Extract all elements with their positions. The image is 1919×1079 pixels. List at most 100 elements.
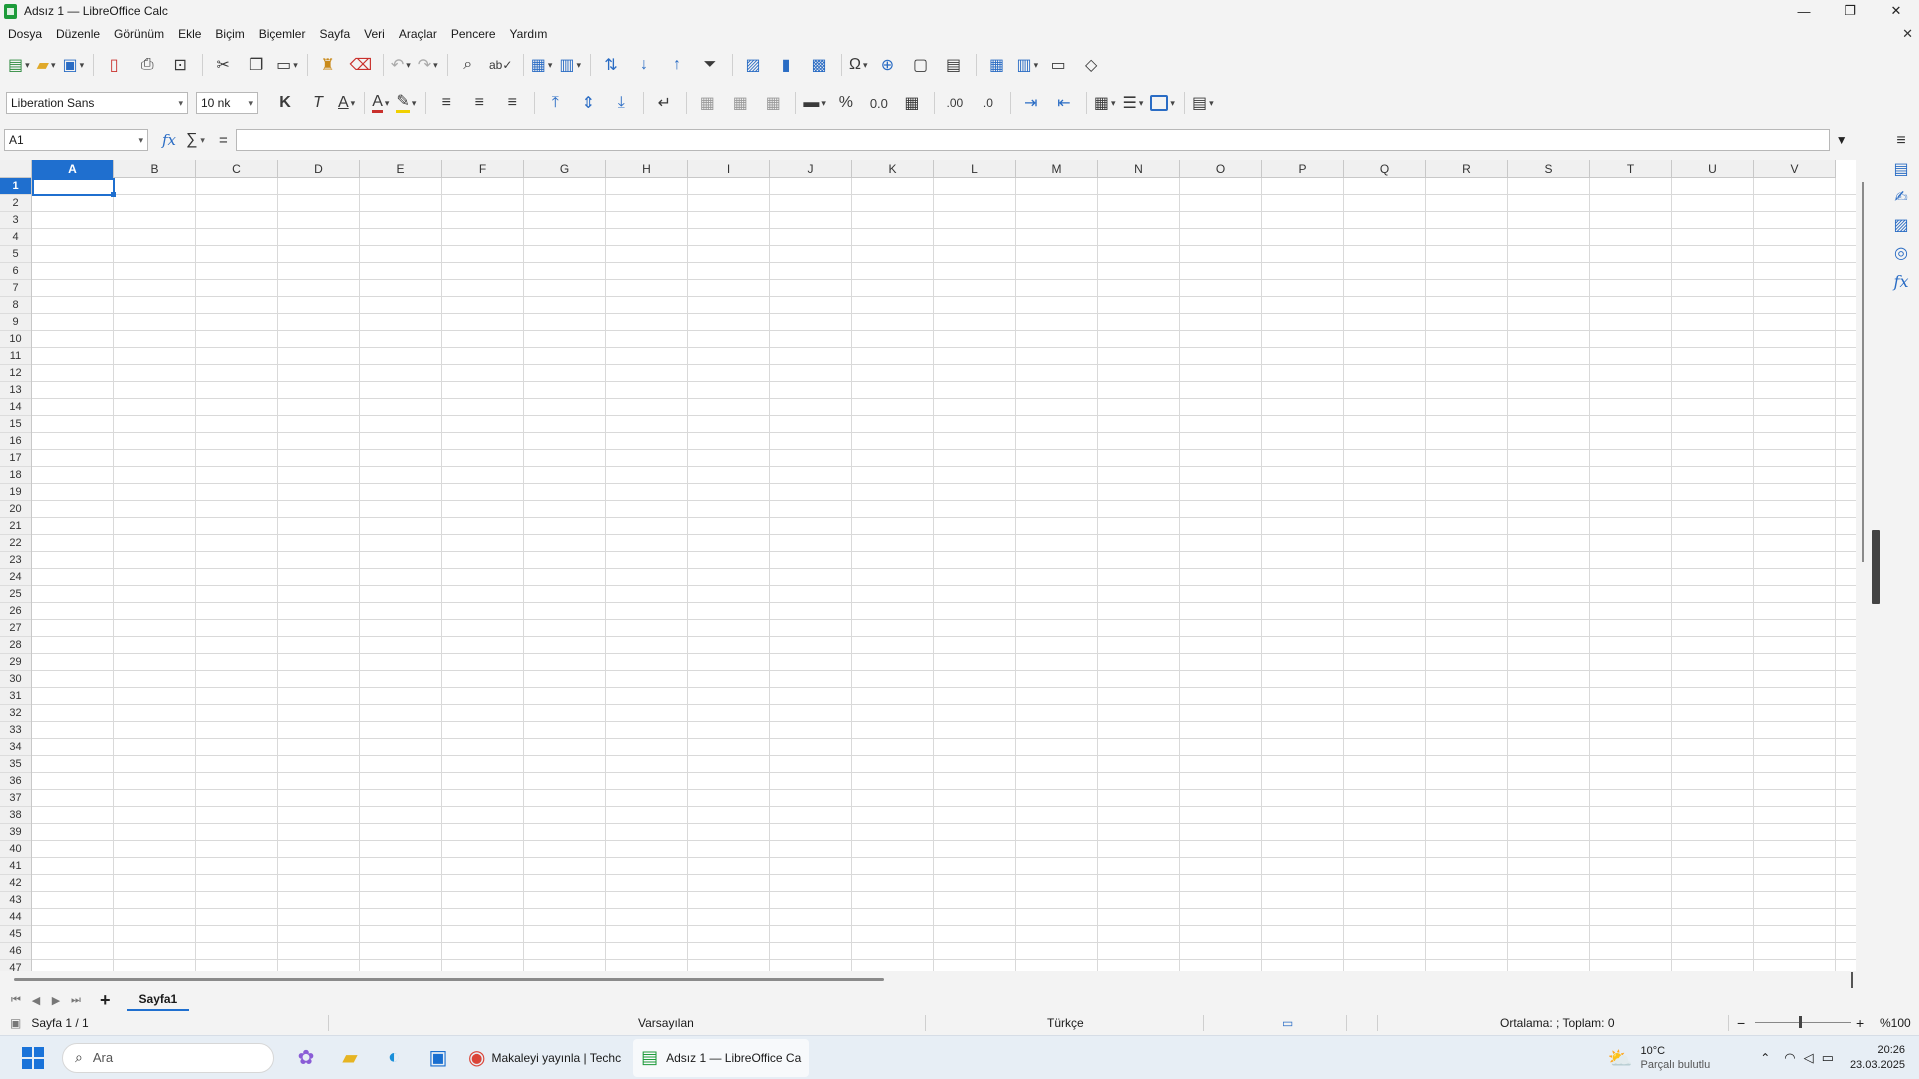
sort-button[interactable]: ⇅ — [598, 52, 624, 78]
border-color-button[interactable]: ▾ — [1150, 90, 1175, 116]
column-header[interactable]: I — [688, 160, 770, 178]
column-header[interactable]: C — [196, 160, 278, 178]
merge-center-button[interactable]: ▦ — [694, 90, 720, 116]
conditional-format-button[interactable]: ▤ ▾ — [1192, 90, 1214, 116]
column-header[interactable]: G — [524, 160, 606, 178]
row-header[interactable]: 31 — [0, 688, 31, 705]
percent-format-button[interactable]: % — [833, 90, 859, 116]
insert-image-button[interactable]: ▨ — [740, 52, 766, 78]
row-header[interactable]: 1 — [0, 178, 31, 195]
menu-gorunum[interactable]: Görünüm — [114, 27, 164, 41]
column-header[interactable]: Q — [1344, 160, 1426, 178]
column-header[interactable]: N — [1098, 160, 1180, 178]
row-header[interactable]: 2 — [0, 195, 31, 212]
undo-button[interactable]: ↶ ▾ — [391, 52, 411, 78]
volume-icon[interactable]: ◁ — [1804, 1050, 1814, 1066]
column-header[interactable]: D — [278, 160, 360, 178]
find-replace-button[interactable]: ⌕ — [455, 52, 481, 78]
column-header[interactable]: E — [360, 160, 442, 178]
spelling-button[interactable]: ab✓ — [488, 52, 514, 78]
underline-button[interactable]: A ▾ — [338, 90, 355, 116]
row-header[interactable]: 38 — [0, 807, 31, 824]
align-top-button[interactable]: ⤒ — [542, 90, 568, 116]
page-style[interactable]: Varsayılan — [638, 1016, 694, 1030]
font-size-box[interactable]: 10 nk ▾ — [196, 92, 258, 114]
add-sheet-button[interactable]: + — [100, 990, 111, 1011]
row-header[interactable]: 24 — [0, 569, 31, 586]
function-wizard-button[interactable]: fx — [162, 131, 176, 149]
first-sheet-icon[interactable]: ⏮ — [6, 994, 26, 1007]
highlight-color-button[interactable]: ✎ ▾ — [396, 90, 416, 116]
insert-comment-button[interactable]: ▢ — [908, 52, 934, 78]
align-middle-button[interactable]: ⇕ — [575, 90, 601, 116]
file-explorer-icon[interactable]: ▰ — [332, 1040, 368, 1076]
row-header[interactable]: 11 — [0, 348, 31, 365]
menu-dosya[interactable]: Dosya — [8, 27, 42, 41]
column-header[interactable]: U — [1672, 160, 1754, 178]
special-character-button[interactable]: Ω ▾ — [849, 52, 868, 78]
row-header[interactable]: 14 — [0, 399, 31, 416]
sidebar-menu-icon[interactable]: ≡ — [1890, 130, 1912, 152]
previous-sheet-icon[interactable]: ◀ — [26, 994, 46, 1007]
new-document-button[interactable]: ▤ ▾ — [8, 52, 30, 78]
taskbar-calc-window[interactable]: ▤ Adsız 1 — LibreOffice Ca — [633, 1038, 810, 1077]
print-button[interactable]: ⎙ — [134, 52, 160, 78]
currency-format-button[interactable]: ▬ ▾ — [803, 90, 826, 116]
sheet-tab-sayfa1[interactable]: Sayfa1 — [126, 989, 190, 1011]
save-button[interactable]: ▣ ▾ — [63, 52, 85, 78]
formula-button[interactable]: = — [219, 132, 228, 149]
row-header[interactable]: 22 — [0, 535, 31, 552]
row-header[interactable]: 40 — [0, 841, 31, 858]
sheet-position[interactable]: Sayfa 1 / 1 — [31, 1016, 88, 1030]
wrap-text-button[interactable]: ↵ — [651, 90, 677, 116]
language-status[interactable]: Türkçe — [1047, 1016, 1084, 1030]
menu-araclar[interactable]: Araçlar — [399, 27, 437, 41]
column-header[interactable]: J — [770, 160, 852, 178]
scrollbar-splitter[interactable] — [1851, 972, 1853, 988]
show-draw-functions-button[interactable]: ◇ — [1078, 52, 1104, 78]
zoom-level[interactable]: %100 — [1880, 1016, 1911, 1030]
row-header[interactable]: 9 — [0, 314, 31, 331]
row-header[interactable]: 29 — [0, 654, 31, 671]
functions-icon[interactable]: fx — [1890, 270, 1912, 292]
open-button[interactable]: ▰ ▾ — [37, 52, 56, 78]
freeze-rows-columns-button[interactable]: ▥ ▾ — [1017, 52, 1039, 78]
row-header[interactable]: 21 — [0, 518, 31, 535]
horizontal-scrollbar-thumb[interactable] — [14, 978, 884, 981]
row-header[interactable]: 15 — [0, 416, 31, 433]
date-format-button[interactable]: ▦ — [899, 90, 925, 116]
row-header[interactable]: 10 — [0, 331, 31, 348]
align-right-button[interactable]: ≡ — [499, 90, 525, 116]
row-header[interactable]: 39 — [0, 824, 31, 841]
name-box[interactable]: A1 ▾ — [4, 129, 148, 151]
menu-yardim[interactable]: Yardım — [510, 27, 548, 41]
row-header[interactable]: 47 — [0, 960, 31, 971]
row-header[interactable]: 36 — [0, 773, 31, 790]
cut-button[interactable]: ✂ — [210, 52, 236, 78]
clone-formatting-button[interactable]: ♜ — [315, 52, 341, 78]
copy-button[interactable]: ❐ — [243, 52, 269, 78]
store-icon[interactable]: ▣ — [420, 1040, 456, 1076]
properties-icon[interactable]: ▤ — [1890, 158, 1912, 180]
menu-sayfa[interactable]: Sayfa — [319, 27, 350, 41]
border-style-button[interactable]: ☰ ▾ — [1123, 90, 1144, 116]
column-header[interactable]: H — [606, 160, 688, 178]
menu-bicim[interactable]: Biçim — [215, 27, 244, 41]
row-header[interactable]: 37 — [0, 790, 31, 807]
taskbar-clock[interactable]: 20:26 23.03.2025 — [1850, 1043, 1905, 1073]
row-button[interactable]: ▦ ▾ — [531, 52, 553, 78]
weather-widget[interactable]: ⛅ 10°C Parçalı bulutlu — [1608, 1044, 1711, 1072]
selection-mode-icon[interactable]: ▭ — [1282, 1016, 1293, 1030]
export-pdf-button[interactable]: ▯ — [101, 52, 127, 78]
redo-button[interactable]: ↷ ▾ — [418, 52, 438, 78]
column-header[interactable]: S — [1508, 160, 1590, 178]
row-header[interactable]: 3 — [0, 212, 31, 229]
insert-hyperlink-button[interactable]: ⊕ — [875, 52, 901, 78]
sum-button[interactable]: ∑ — [186, 131, 197, 149]
row-header[interactable]: 19 — [0, 484, 31, 501]
column-header[interactable]: R — [1426, 160, 1508, 178]
row-header[interactable]: 32 — [0, 705, 31, 722]
row-header[interactable]: 27 — [0, 620, 31, 637]
unmerge-cells-button[interactable]: ▦ — [760, 90, 786, 116]
selected-cell-a1[interactable] — [32, 178, 115, 196]
